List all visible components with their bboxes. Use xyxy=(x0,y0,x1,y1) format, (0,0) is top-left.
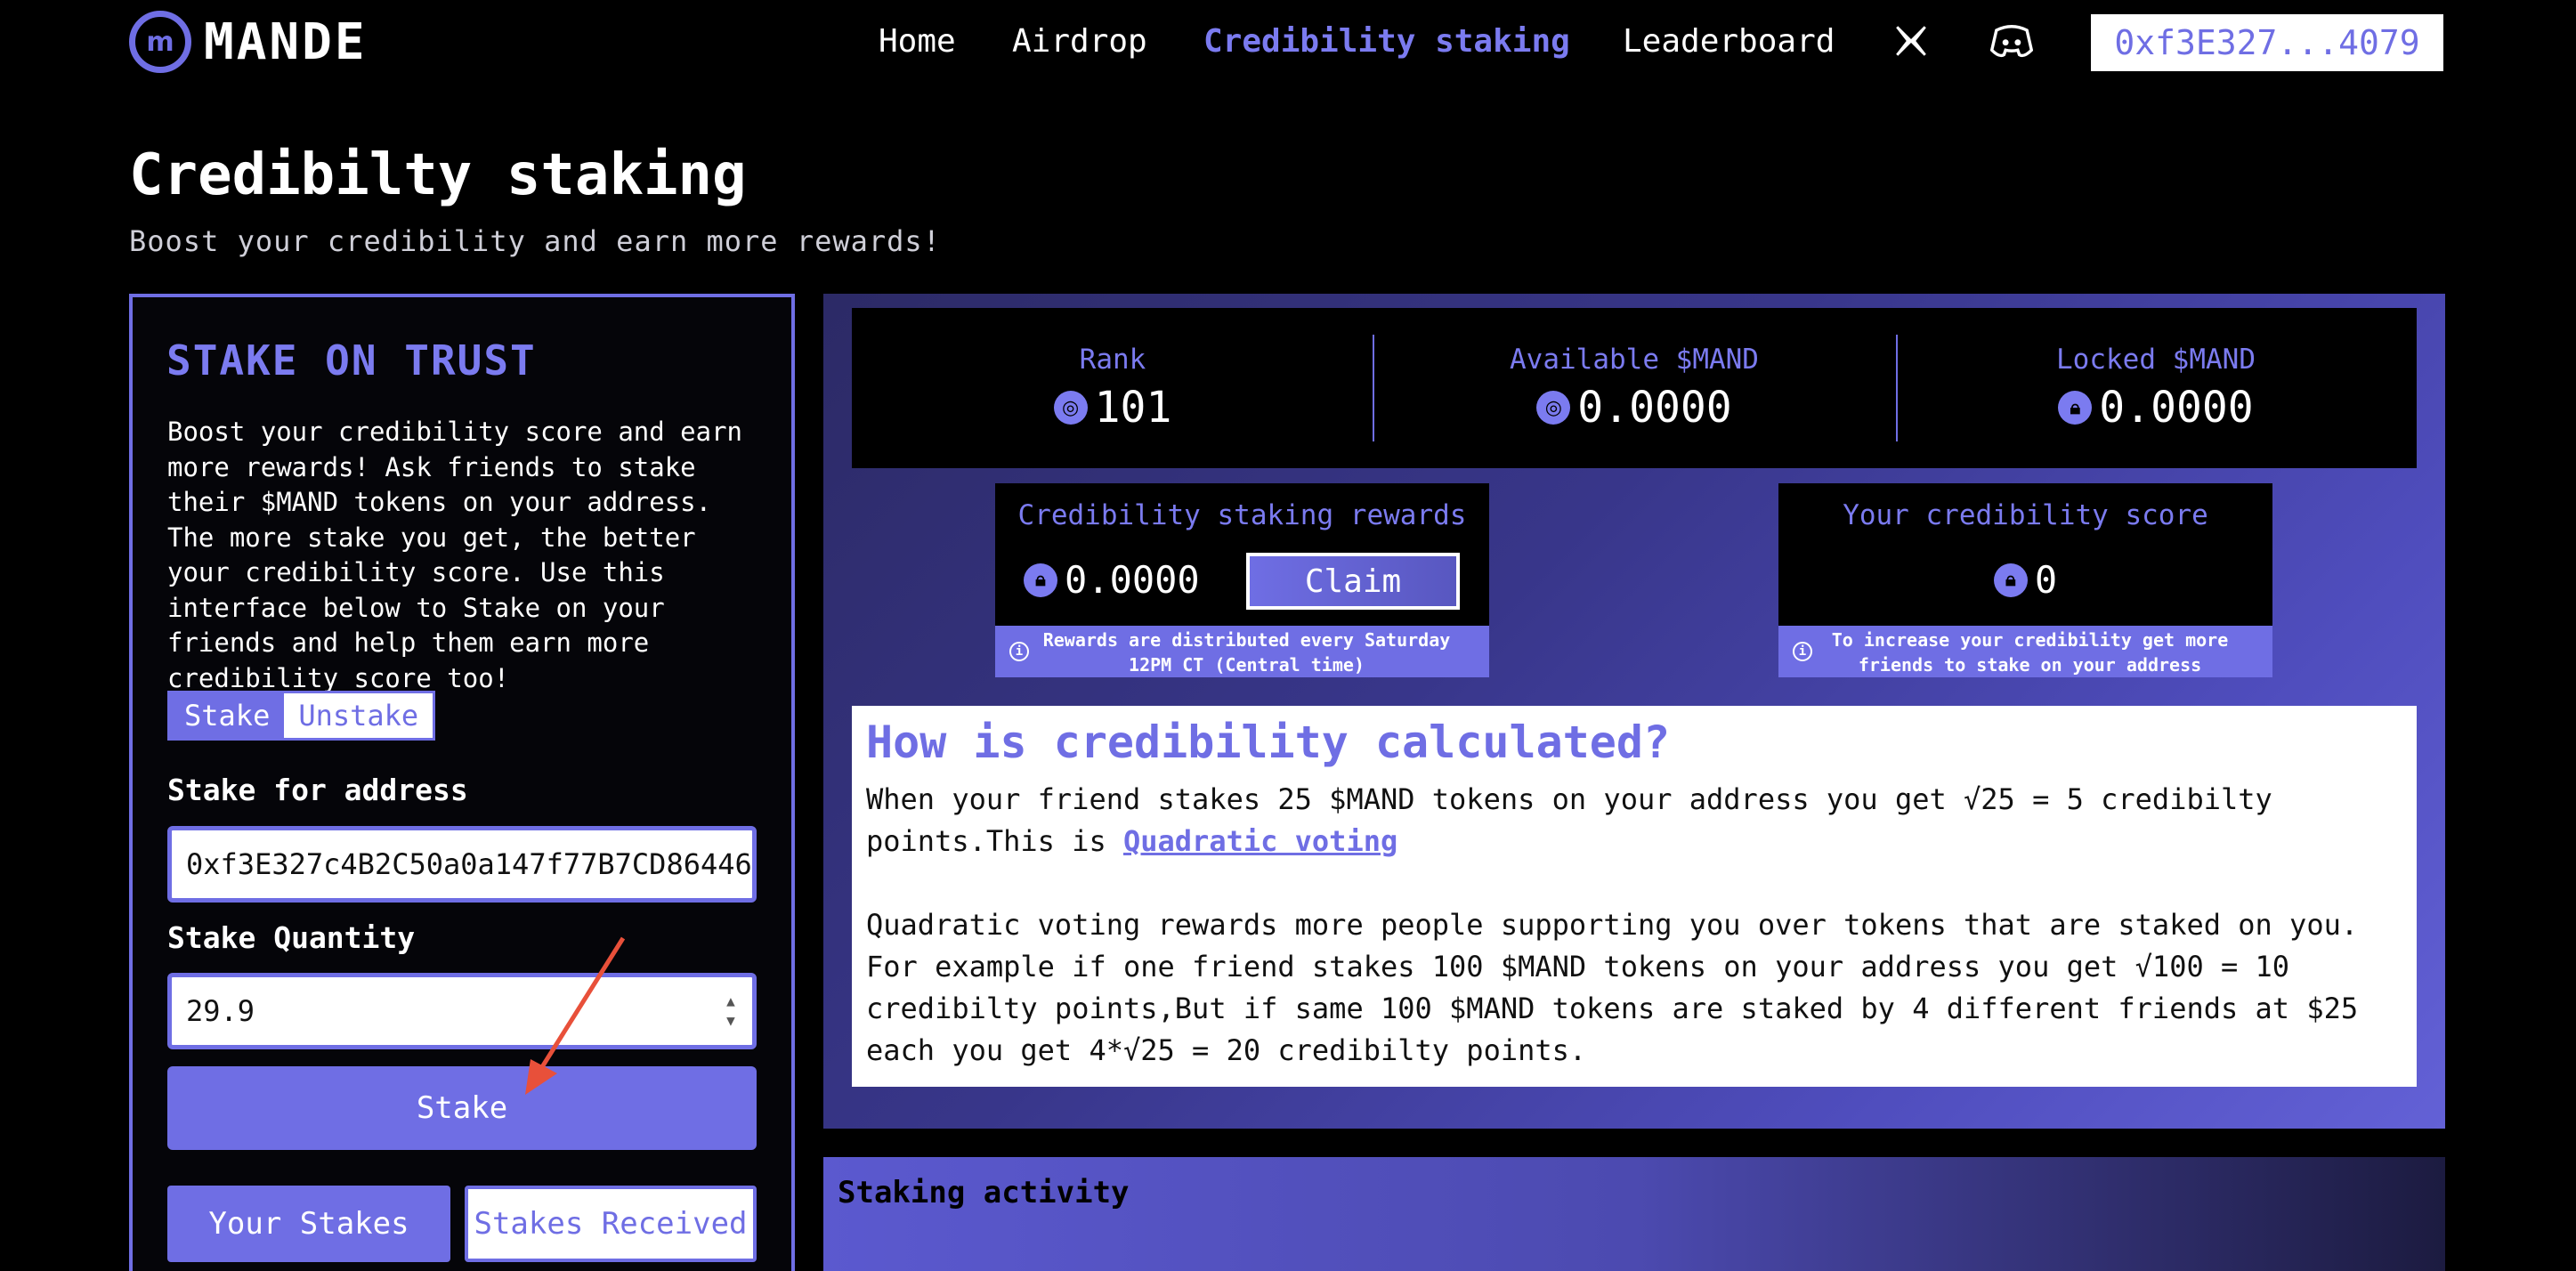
lock-icon: 🔒︎ xyxy=(2058,391,2093,425)
nav-credibility-staking[interactable]: Credibility staking xyxy=(1203,23,1570,60)
rewards-note: i Rewards are distributed every Saturday… xyxy=(995,626,1489,677)
score-card: Your credibility score 🔒︎ 0 i To increas… xyxy=(1778,483,2272,677)
claim-button[interactable]: Claim xyxy=(1246,553,1460,610)
rank-label: Rank xyxy=(1079,344,1146,376)
unstake-tab[interactable]: Unstake xyxy=(284,693,433,738)
credibility-info-box: How is credibility calculated? When your… xyxy=(852,706,2417,1087)
rewards-value: 0.0000 xyxy=(1065,558,1200,602)
stakes-received-button[interactable]: Stakes Received xyxy=(465,1186,757,1262)
discord-icon[interactable] xyxy=(1990,20,2033,62)
nav-home[interactable]: Home xyxy=(879,23,956,60)
locked-stat: Locked $MAND 🔒︎ 0.0000 xyxy=(1895,308,2417,468)
info-icon: i xyxy=(1793,642,1812,661)
quantity-stepper[interactable]: ▲ ▼ xyxy=(722,992,740,1031)
info-paragraph-2: Quadratic voting rewards more people sup… xyxy=(866,908,2359,1067)
quadratic-voting-link[interactable]: Quadratic voting xyxy=(1123,824,1397,858)
rank-stat: Rank ◎ 101 xyxy=(852,308,1373,468)
annotation-arrow-icon xyxy=(525,936,626,1095)
available-coin-icon: ◎ xyxy=(1536,391,1571,425)
info-icon: i xyxy=(1009,642,1029,661)
page-subtitle: Boost your credibility and earn more rew… xyxy=(129,224,941,258)
address-label: Stake for address xyxy=(167,773,468,807)
quantity-input[interactable]: 29.9 ▲ ▼ xyxy=(167,973,757,1049)
nav-airdrop[interactable]: Airdrop xyxy=(1012,23,1147,60)
stake-panel-title: STAKE ON TRUST xyxy=(166,336,537,385)
rank-value: 101 xyxy=(1094,383,1172,433)
address-input[interactable]: 0xf3E327c4B2C50a0a147f77B7CD86446 xyxy=(167,826,757,903)
nav-leaderboard[interactable]: Leaderboard xyxy=(1623,23,1835,60)
rank-icon: ◎ xyxy=(1053,391,1088,425)
your-stakes-button[interactable]: Your Stakes xyxy=(167,1186,450,1262)
locked-label: Locked $MAND xyxy=(2056,344,2256,376)
score-title: Your credibility score xyxy=(1843,499,2208,531)
score-lock-icon: 🔒︎ xyxy=(1993,563,2028,597)
stake-panel-description: Boost your credibility score and earn mo… xyxy=(167,417,743,693)
stake-tab[interactable]: Stake xyxy=(170,693,285,738)
available-label: Available $MAND xyxy=(1510,344,1759,376)
page-title: Credibilty staking xyxy=(129,142,747,208)
rewards-title: Credibility staking rewards xyxy=(1017,499,1467,531)
available-stat: Available $MAND ◎ 0.0000 xyxy=(1373,308,1895,468)
x-twitter-icon[interactable] xyxy=(1890,20,1932,62)
locked-value: 0.0000 xyxy=(2099,383,2254,433)
info-title: How is credibility calculated? xyxy=(866,716,1671,768)
info-paragraph-1: When your friend stakes 25 $MAND tokens … xyxy=(866,782,2272,858)
available-value: 0.0000 xyxy=(1577,383,1732,433)
stake-mode-toggle: Stake Unstake xyxy=(167,691,436,741)
wallet-address-button[interactable]: 0xf3E327...4079 xyxy=(2091,14,2443,71)
score-note: i To increase your credibility get more … xyxy=(1778,626,2272,677)
staking-activity-title: Staking activity xyxy=(838,1175,1130,1210)
stake-button[interactable]: Stake xyxy=(167,1066,757,1150)
rewards-card: Credibility staking rewards 🔒︎ 0.0000 Cl… xyxy=(995,483,1489,677)
quantity-label: Stake Quantity xyxy=(167,920,416,955)
quantity-value: 29.9 xyxy=(186,994,255,1028)
rewards-lock-icon: 🔒︎ xyxy=(1024,563,1057,597)
score-value: 0 xyxy=(2034,558,2058,602)
